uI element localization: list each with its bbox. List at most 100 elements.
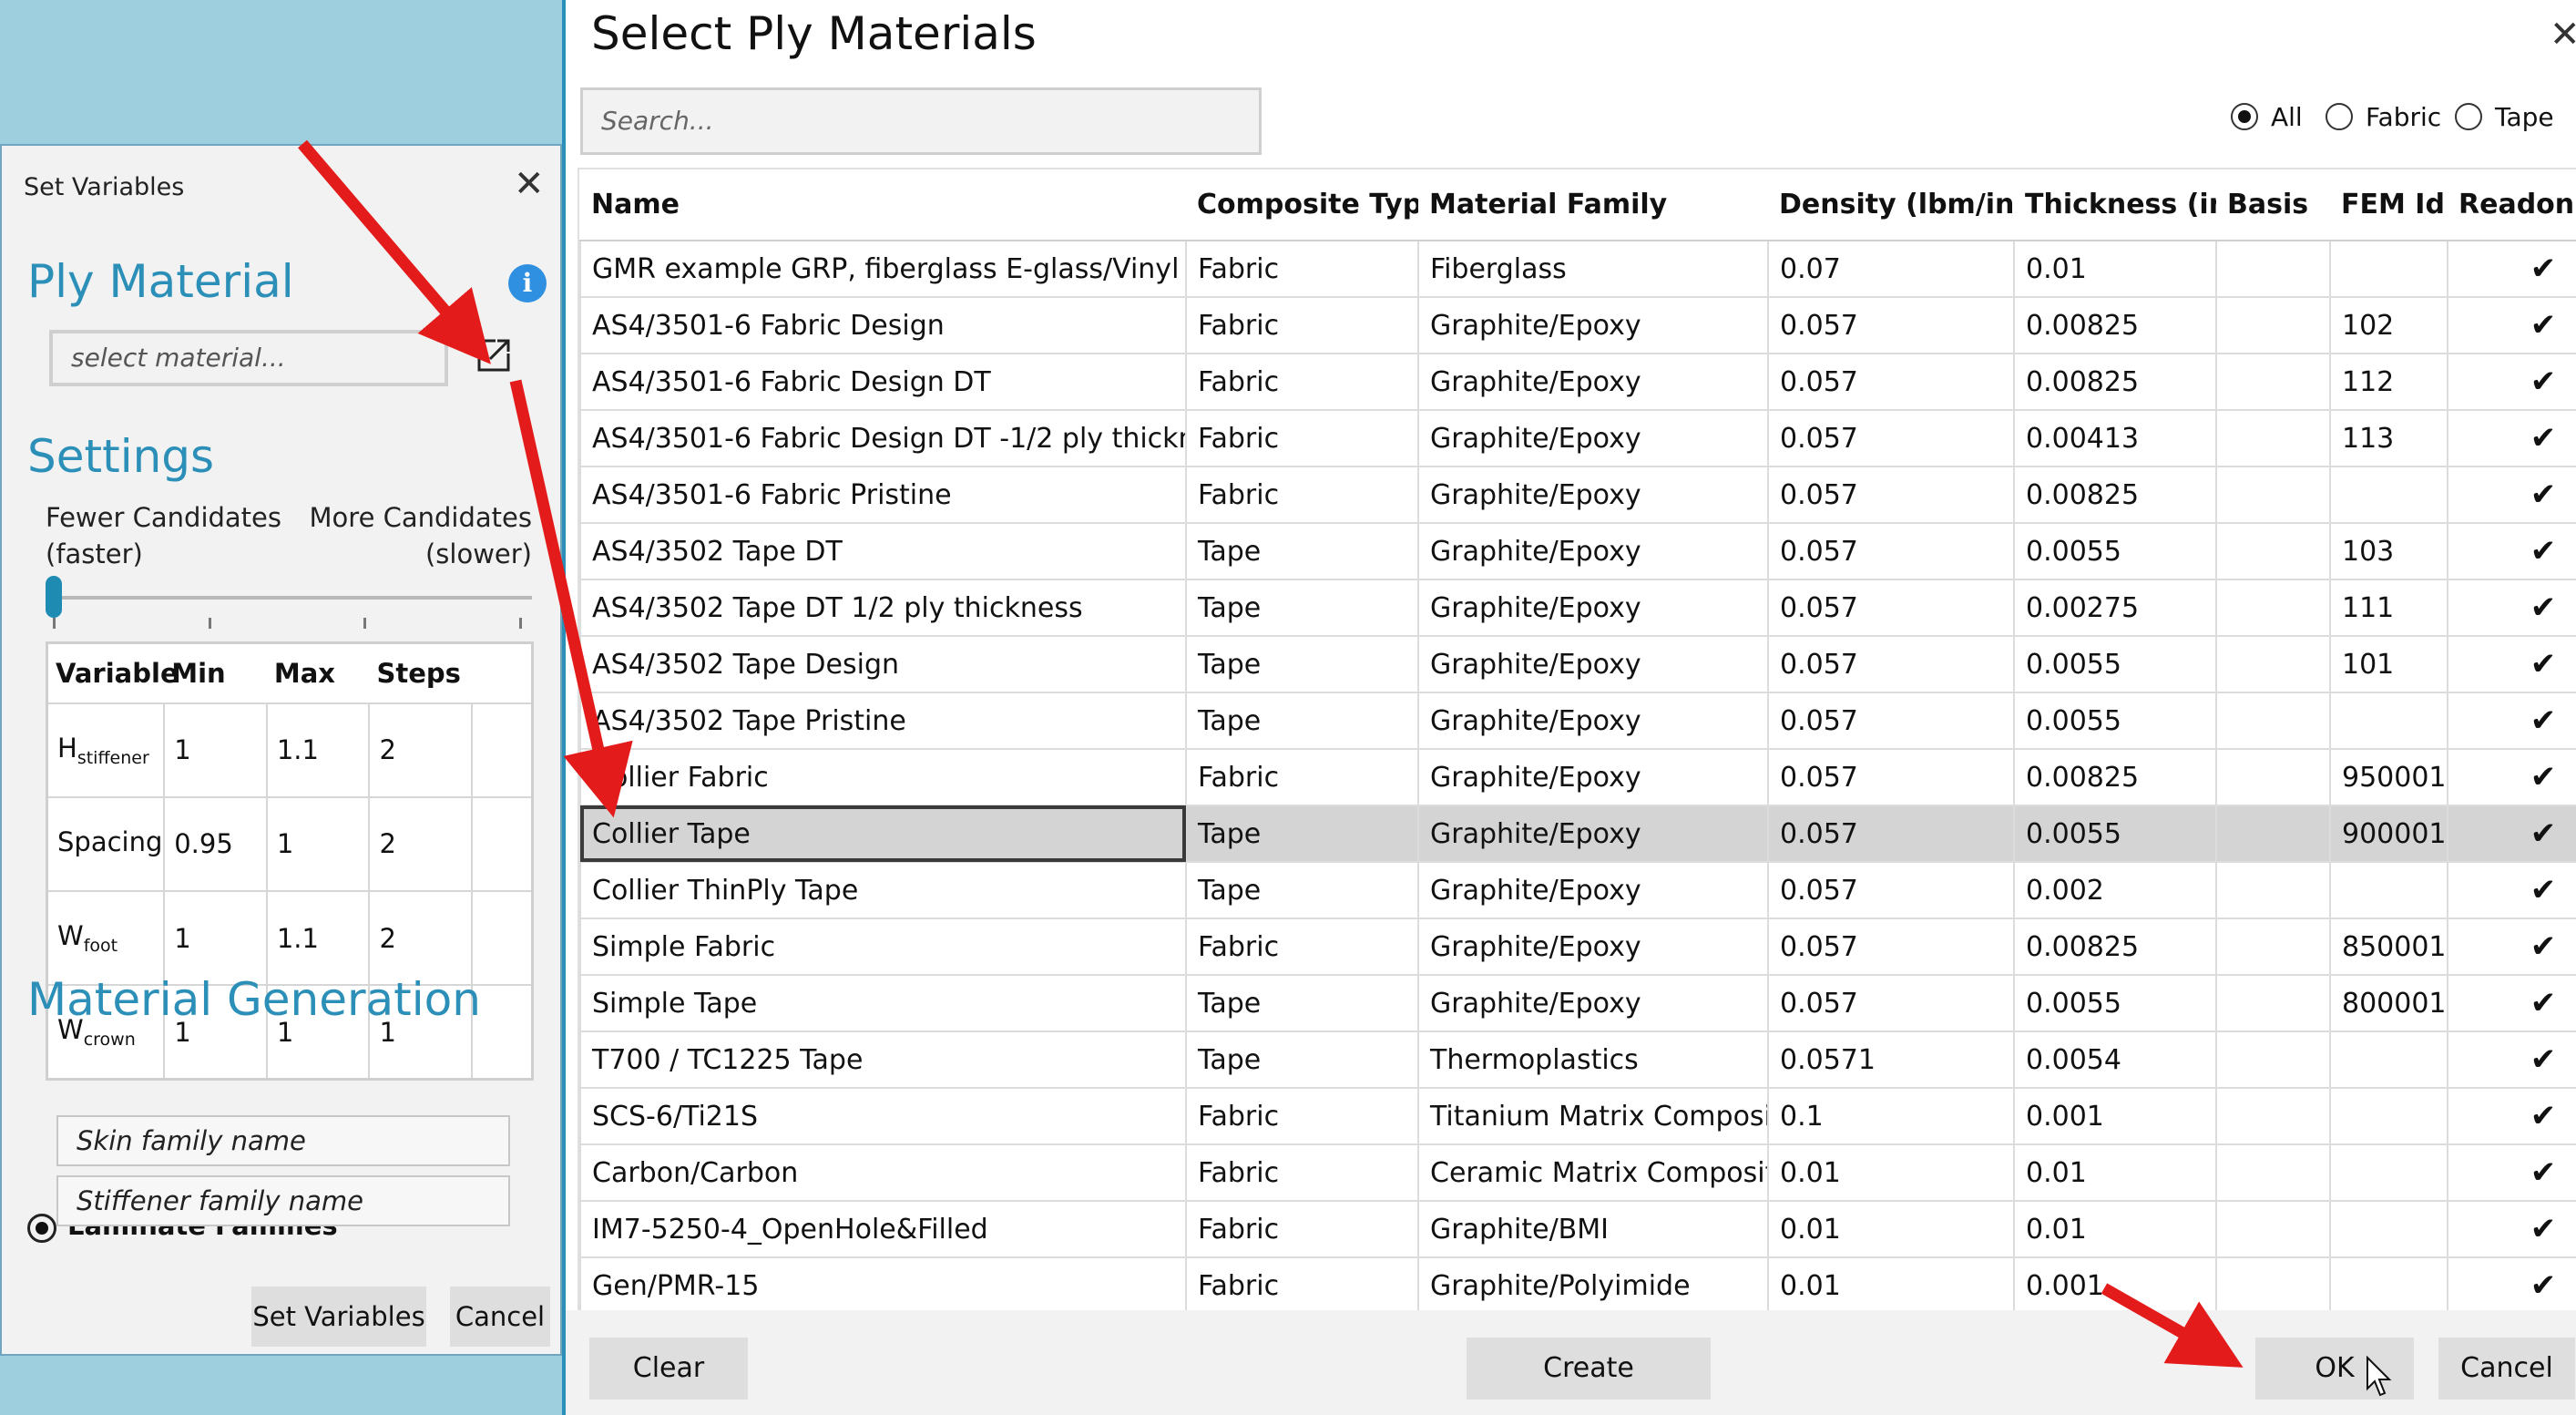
steps-cell[interactable]: 2: [368, 795, 474, 893]
column-header-name[interactable]: Name: [580, 169, 1186, 241]
min-cell[interactable]: 0.95: [163, 795, 268, 893]
cell-fem-id: 103: [2329, 522, 2448, 580]
cell-density: 0.057: [1767, 466, 2015, 524]
cell-density: 0.057: [1767, 918, 2015, 976]
material-generation-heading: Material Generation: [27, 973, 481, 1026]
table-row[interactable]: T700 / TC1225 Tape Tape Thermoplastics 0.05…: [579, 1030, 2576, 1089]
table-row[interactable]: AS4/3501-6 Fabric Design DT Fabric Graphit…: [579, 353, 2576, 411]
cell-composite-type: Fabric: [1185, 353, 1419, 411]
cell-basis: [2215, 974, 2331, 1032]
column-header-readonly[interactable]: Readonly: [2448, 169, 2576, 241]
table-row[interactable]: Simple Fabric Fabric Graphite/Epoxy 0.057 0.…: [579, 918, 2576, 976]
table-row[interactable]: AS4/3502 Tape Pristine Tape Graphite/Epoxy…: [579, 692, 2576, 750]
cell-name: Gen/PMR-15: [579, 1256, 1187, 1310]
readonly-check-icon: ✔: [2447, 974, 2576, 1032]
slider-tick: [519, 618, 522, 629]
laminate-families-radio[interactable]: [27, 1214, 56, 1243]
table-row[interactable]: Carbon/Carbon Fabric Ceramic Matrix Compos…: [579, 1143, 2576, 1202]
cell-thickness: 0.00825: [2013, 353, 2217, 411]
cell-name: AS4/3502 Tape Design: [579, 635, 1187, 693]
column-header-material-family[interactable]: Material Family: [1418, 169, 1768, 241]
cell-basis: [2215, 409, 2331, 467]
filter-radio-tape[interactable]: Tape: [2455, 98, 2554, 135]
column-header-basis[interactable]: Basis: [2216, 169, 2330, 241]
cancel-button[interactable]: Cancel: [450, 1287, 550, 1347]
column-header-composite-type[interactable]: Composite Type: [1186, 169, 1418, 241]
create-composite-button[interactable]: Create Composite: [1467, 1338, 1711, 1415]
table-row[interactable]: AS4/3501-6 Fabric Design Fabric Graphite/E…: [579, 296, 2576, 354]
cancel-button[interactable]: Cancel: [2438, 1338, 2575, 1400]
table-row[interactable]: AS4/3502 Tape Design Tape Graphite/Epoxy 0.…: [579, 635, 2576, 693]
filter-radio-fabric[interactable]: Fabric: [2326, 98, 2441, 135]
cell-material-family: Graphite/Epoxy: [1417, 579, 1769, 637]
table-row[interactable]: Collier Fabric Fabric Graphite/Epoxy 0.057 0…: [579, 748, 2576, 806]
table-row[interactable]: Gen/PMR-15 Fabric Graphite/Polyimide 0.01 0.…: [579, 1256, 2576, 1310]
cell-density: 0.057: [1767, 861, 2015, 919]
min-cell[interactable]: 1: [163, 702, 268, 798]
readonly-check-icon: ✔: [2447, 240, 2576, 298]
table-row[interactable]: AS4/3501-6 Fabric Design DT -1/2 ply thi…: [579, 409, 2576, 467]
cell-name: AS4/3502 Tape Pristine: [579, 692, 1187, 750]
cell-fem-id: [2329, 1200, 2448, 1258]
search-input[interactable]: Search...: [580, 87, 1262, 155]
column-header: Max: [273, 657, 335, 689]
cell-name: SCS-6/Ti21S: [579, 1087, 1187, 1145]
table-row[interactable]: Collier Tape Tape Graphite/Epoxy 0.057 0.005…: [579, 805, 2576, 863]
cell-density: 0.0571: [1767, 1030, 2015, 1089]
readonly-check-icon: ✔: [2447, 748, 2576, 806]
column-header-thickness[interactable]: Thickness (in): [2014, 169, 2216, 241]
variable-name: Hstiffener: [46, 702, 166, 798]
cell-composite-type: Fabric: [1185, 1200, 1419, 1258]
material-select-input[interactable]: select material...: [49, 330, 448, 386]
cell-fem-id: 113: [2329, 409, 2448, 467]
cell-thickness: 0.00825: [2013, 918, 2217, 976]
cell-material-family: Graphite/Epoxy: [1417, 409, 1769, 467]
cell-fem-id: [2329, 1256, 2448, 1310]
cell-basis: [2215, 240, 2331, 298]
cell-composite-type: Fabric: [1185, 918, 1419, 976]
info-icon[interactable]: i: [508, 264, 547, 302]
table-row[interactable]: Collier ThinPly Tape Tape Graphite/Epoxy 0.…: [579, 861, 2576, 919]
readonly-check-icon: ✔: [2447, 466, 2576, 524]
table-row[interactable]: Simple Tape Tape Graphite/Epoxy 0.057 0.0055…: [579, 974, 2576, 1032]
candidates-slider-track[interactable]: [47, 596, 532, 600]
cell-density: 0.1: [1767, 1087, 2015, 1145]
cell-thickness: 0.001: [2013, 1256, 2217, 1310]
table-row[interactable]: SCS-6/Ti21S Fabric Titanium Matrix Composi…: [579, 1087, 2576, 1145]
cell-material-family: Graphite/Epoxy: [1417, 296, 1769, 354]
cell-material-family: Thermoplastics: [1417, 1030, 1769, 1089]
stiffener-family-input[interactable]: Stiffener family name: [56, 1175, 510, 1226]
table-row[interactable]: GMR example GRP, fiberglass E-glass/Viny…: [579, 240, 2576, 298]
max-cell[interactable]: 1: [265, 795, 371, 893]
filter-label: Fabric: [2366, 101, 2442, 132]
filter-radio-all[interactable]: All: [2231, 98, 2303, 135]
cell-composite-type: Tape: [1185, 579, 1419, 637]
max-cell[interactable]: 1.1: [265, 702, 371, 798]
table-row[interactable]: AS4/3502 Tape DT 1/2 ply thickness Tape Gr…: [579, 579, 2576, 637]
column-header: Variable: [56, 657, 179, 689]
column-header-fem-id[interactable]: FEM Id: [2330, 169, 2448, 241]
table-row[interactable]: AS4/3502 Tape DT Tape Graphite/Epoxy 0.057 0…: [579, 522, 2576, 580]
skin-family-input[interactable]: Skin family name: [56, 1115, 510, 1166]
max-cell[interactable]: 1.1: [265, 889, 371, 987]
open-external-icon[interactable]: [474, 335, 514, 375]
cell-name: Collier ThinPly Tape: [579, 861, 1187, 919]
cell-fem-id: 111: [2329, 579, 2448, 637]
materials-grid[interactable]: Name Composite Type Material Family Dens…: [578, 168, 2576, 1310]
cell-thickness: 0.001: [2013, 1087, 2217, 1145]
close-icon[interactable]: ✕: [2550, 16, 2576, 53]
cell-composite-type: Fabric: [1185, 296, 1419, 354]
steps-cell[interactable]: 2: [368, 889, 474, 987]
steps-cell[interactable]: 2: [368, 702, 474, 798]
column-header-density[interactable]: Density (lbm/in³): [1768, 169, 2014, 241]
candidates-slider-thumb[interactable]: [46, 576, 62, 618]
min-cell[interactable]: 1: [163, 889, 268, 987]
table-row[interactable]: IM7-5250-4_OpenHole&Filled Fabric Graphite…: [579, 1200, 2576, 1258]
cell-thickness: 0.0055: [2013, 974, 2217, 1032]
table-row[interactable]: AS4/3501-6 Fabric Pristine Fabric Graphite…: [579, 466, 2576, 524]
cell-basis: [2215, 748, 2331, 806]
set-variables-button[interactable]: Set Variables: [251, 1287, 426, 1347]
close-icon[interactable]: ✕: [514, 166, 545, 202]
cell-composite-type: Fabric: [1185, 409, 1419, 467]
clear-button[interactable]: Clear: [589, 1338, 748, 1400]
